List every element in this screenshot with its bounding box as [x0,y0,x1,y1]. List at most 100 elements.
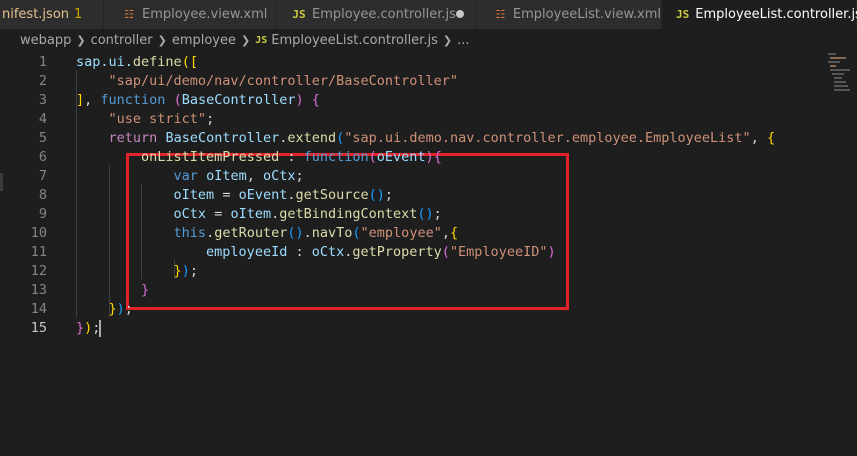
code-text: "use strict"; [76,110,215,129]
line-number: 14 [30,301,47,317]
code-token: ( [173,92,182,108]
code-token: oEvent [376,149,426,165]
rss-icon: ☷ [495,8,506,21]
js-icon: JS [292,8,306,21]
tab-manifest-json[interactable]: nifest.json 1 [0,0,104,29]
code-token: ( [368,149,377,165]
code-line[interactable]: 6 onListItemPressed : function(oEvent){ [0,148,840,167]
code-token: , [246,168,263,184]
code-token: , [84,92,101,108]
line-number: 3 [38,92,47,108]
code-token: . [271,206,280,222]
code-text: var oItem, oCtx; [76,167,304,186]
line-number: 5 [38,130,47,146]
code-line[interactable]: 10 this.getRouter().navTo("employee",{ [0,224,840,243]
code-token: ([ [181,54,198,70]
code-token: function [303,149,369,165]
code-editor[interactable]: 1 sap.ui.define([2 "sap/ui/demo/nav/contr… [0,51,857,456]
tab-manifest-json-label: nifest.json [2,7,70,22]
tab-employee-controller-js-label: Employee.controller.js [312,7,456,22]
code-token: oCtx [311,244,345,260]
code-token: "sap/ui/demo/nav/controller/BaseControll… [108,73,459,89]
code-text: this.getRouter().navTo("employee",{ [76,224,459,243]
code-token: define [132,54,182,70]
breadcrumb-item-webapp[interactable]: webapp [20,33,71,48]
code-token: ; [124,301,133,317]
code-line[interactable]: 3 ], function (BaseController) { [0,91,840,110]
code-line[interactable]: 5 return BaseController.extend("sap.ui.d… [0,129,840,148]
tab-employeelist-controller-js[interactable]: JS EmployeeList.controller.js [662,0,857,29]
code-token: oItem [206,168,247,184]
line-number: 1 [38,54,47,70]
code-token: getProperty [352,244,442,260]
unsaved-dot-icon[interactable] [456,10,464,18]
code-token: function [100,92,166,108]
code-line[interactable]: 14 }); [0,300,840,319]
code-token: ; [189,263,198,279]
code-token: navTo [311,225,353,241]
code-line[interactable]: 13 } [0,281,840,300]
code-token: this [173,225,207,241]
code-token: ) [181,263,190,279]
breadcrumb-item-symbol[interactable]: ... [457,33,469,48]
code-token: } [141,282,150,298]
code-line[interactable]: 15}); [0,319,840,338]
text-cursor [99,320,101,337]
code-line[interactable]: 8 oItem = oEvent.getSource(); [0,186,840,205]
line-number: 8 [38,187,47,203]
tab-employee-controller-js[interactable]: JS Employee.controller.js [276,0,476,29]
code-line[interactable]: 4 "use strict"; [0,110,840,129]
chevron-right-icon: ❯ [442,33,453,47]
code-token: = [206,206,231,222]
line-number: 10 [30,225,47,241]
line-number: 11 [30,244,47,260]
code-token: ) [116,301,125,317]
code-text: sap.ui.define([ [76,53,198,72]
tab-employee-view-xml[interactable]: ☷ Employee.view.xml [104,0,276,29]
code-token: return [108,130,158,146]
code-line[interactable]: 11 employeeId : oCtx.getProperty("Employ… [0,243,840,262]
code-token: getRouter [214,225,288,241]
code-token: { [449,225,459,241]
code-token: "sap.ui.demo.nav.controller.employee.Emp… [344,130,751,146]
code-token: getSource [295,187,369,203]
code-token: . [287,187,296,203]
code-token: . [303,225,312,241]
code-token: ; [206,111,215,127]
code-token: ) [295,92,304,108]
code-line[interactable]: 2 "sap/ui/demo/nav/controller/BaseContro… [0,72,840,91]
code-token: ( [441,244,450,260]
editor-tab-bar: nifest.json 1 ☷ Employee.view.xml JS Emp… [0,0,857,29]
code-token: oCtx [173,206,207,222]
line-number: 9 [38,206,47,222]
code-token: ) [425,149,434,165]
code-line[interactable]: 1 sap.ui.define([ [0,53,840,72]
line-number: 12 [30,263,47,279]
line-number: 15 [30,320,47,336]
code-line[interactable]: 9 oCtx = oItem.getBindingContext(); [0,205,840,224]
code-token: ; [295,168,304,184]
code-text: ], function (BaseController) { [76,91,320,110]
tab-employeelist-view-xml[interactable]: ☷ EmployeeList.view.xml [476,0,662,29]
code-line[interactable]: 7 var oItem, oCtx; [0,167,840,186]
code-text: oItem = oEvent.getSource(); [76,186,394,205]
problem-count-badge: 1 [74,7,83,22]
code-text: oCtx = oItem.getBindingContext(); [76,205,442,224]
code-token: extend [287,130,337,146]
rss-icon: ☷ [124,8,134,21]
breadcrumb-item-controller[interactable]: controller [91,33,153,48]
code-token: BaseController [165,130,280,146]
code-token: ( [352,225,361,241]
code-text: } [76,281,149,300]
code-line[interactable]: 12 }); [0,262,840,281]
code-token: } [76,320,85,336]
code-token: var [173,168,198,184]
breadcrumb-item-file[interactable]: EmployeeList.controller.js [271,33,438,48]
breadcrumb-item-employee[interactable]: employee [172,33,236,48]
